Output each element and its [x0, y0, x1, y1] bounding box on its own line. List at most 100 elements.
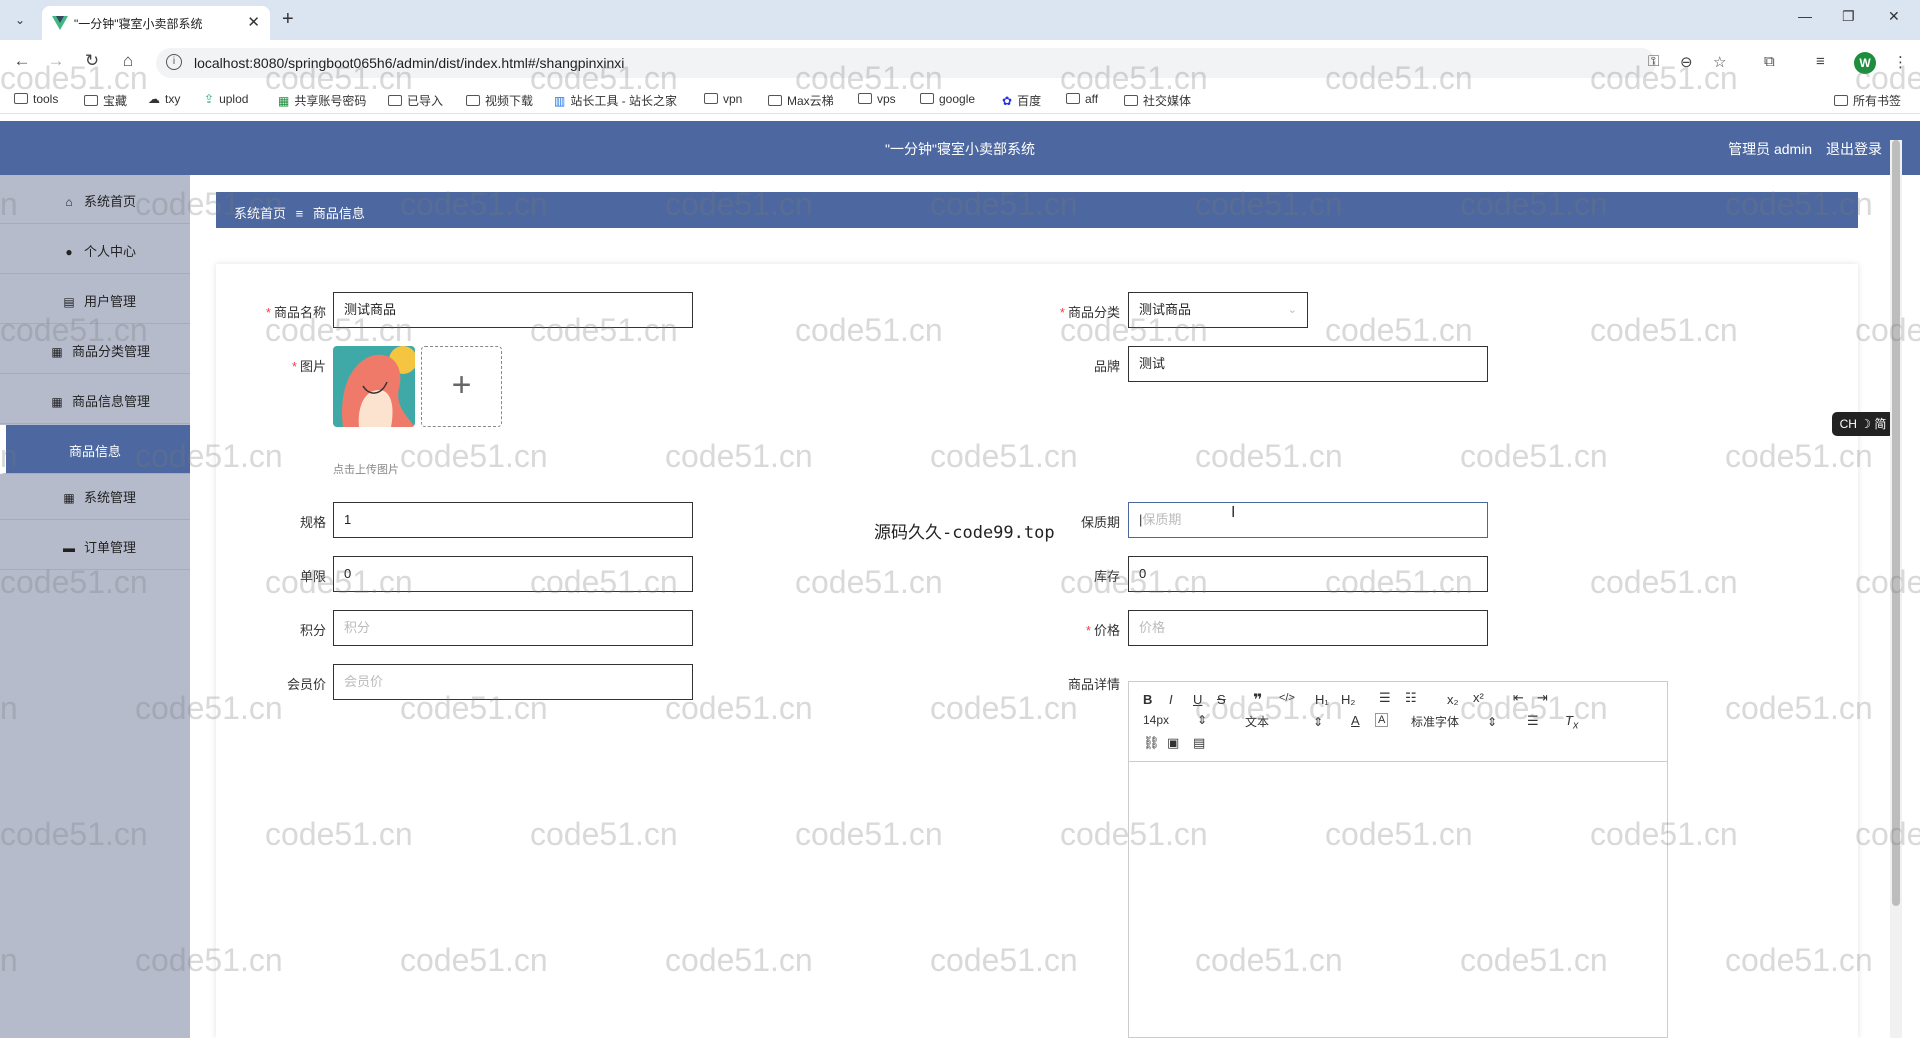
watermark-text: code51.cn	[1855, 816, 1920, 852]
forward-icon[interactable]: →	[44, 51, 68, 71]
bookmark-item[interactable]: Max云梯	[768, 92, 834, 109]
sidebar-item-profile[interactable]: ● 个人中心	[0, 225, 190, 274]
folder-icon	[768, 95, 782, 106]
tab-list-dropdown-icon[interactable]: ⌄	[10, 10, 30, 30]
underline-icon[interactable]: U	[1193, 692, 1202, 707]
heading1-icon[interactable]: H₁	[1315, 692, 1329, 707]
member-price-input[interactable]: 会员价	[333, 664, 693, 700]
upload-icon: ⇪	[204, 92, 215, 106]
restore-icon[interactable]: ❐	[1842, 8, 1855, 25]
indent-icon[interactable]: ⇥	[1537, 690, 1548, 706]
home-browser-icon[interactable]: ⌂	[116, 51, 140, 71]
cloud-icon: ☁	[148, 92, 160, 106]
align-icon[interactable]: ☰	[1527, 713, 1539, 729]
sidebar-item-users[interactable]: ▤ 用户管理	[0, 275, 190, 324]
folder-icon	[388, 95, 402, 106]
heading2-icon[interactable]: H₂	[1341, 692, 1355, 707]
bookmark-item[interactable]: google	[920, 92, 975, 106]
uploaded-image-thumbnail[interactable]	[333, 346, 415, 427]
image-icon[interactable]: ▣	[1167, 735, 1179, 751]
clear-format-icon[interactable]: Tx	[1565, 713, 1578, 732]
menu-kebab-icon[interactable]: ⋮	[1893, 53, 1908, 71]
bold-icon[interactable]: B	[1143, 692, 1152, 707]
browser-tab[interactable]: "一分钟"寝室小卖部系统 ✕	[42, 6, 270, 40]
sidebar-item-category[interactable]: ▦ 商品分类管理	[0, 325, 190, 374]
tab-close-icon[interactable]: ✕	[247, 13, 260, 31]
bookmark-item[interactable]: tools	[14, 92, 58, 106]
site-info-icon[interactable]: i	[166, 54, 182, 70]
spec-input[interactable]: 1	[333, 502, 693, 538]
minimize-icon[interactable]: —	[1798, 8, 1812, 24]
window-close-icon[interactable]: ✕	[1888, 8, 1900, 25]
outdent-icon[interactable]: ⇤	[1513, 690, 1524, 706]
breadcrumb-home[interactable]: 系统首页	[234, 206, 286, 221]
baidu-paw-icon: ✿	[1002, 94, 1013, 108]
shelf-life-label: 保质期	[1080, 515, 1120, 530]
category-select[interactable]: 测试商品 ⌄	[1128, 292, 1308, 328]
font-size-select[interactable]: 14px ⇕	[1143, 713, 1207, 727]
sheet-icon: ▦	[278, 94, 290, 108]
sidebar-item-orders[interactable]: ▬ 订单管理	[0, 521, 190, 570]
points-input[interactable]: 积分	[333, 610, 693, 646]
bookmark-item[interactable]: ✿ 百度	[1002, 92, 1041, 109]
sidebar-item-home[interactable]: ⌂ 系统首页	[0, 175, 190, 224]
bookmark-item[interactable]: vpn	[704, 92, 742, 106]
ordered-list-icon[interactable]: ☰	[1379, 690, 1391, 706]
stock-input[interactable]: 0	[1128, 556, 1488, 592]
bookmark-item[interactable]: ⇪ uplod	[204, 92, 248, 106]
bookmark-item[interactable]: 宝藏	[84, 92, 127, 109]
code-icon[interactable]: </>	[1279, 692, 1295, 704]
extensions-icon[interactable]: ⧉	[1764, 53, 1775, 70]
logout-link[interactable]: 退出登录	[1826, 141, 1882, 157]
blockquote-icon[interactable]: ❞	[1253, 690, 1262, 710]
strike-icon[interactable]: S	[1217, 692, 1226, 707]
zoom-icon[interactable]: ⊖	[1680, 53, 1693, 71]
password-key-icon[interactable]: ⚿	[1648, 53, 1659, 70]
paragraph-select[interactable]: 文本 ⇕	[1245, 713, 1323, 730]
profile-avatar[interactable]: W	[1854, 52, 1876, 74]
bookmark-item[interactable]: 已导入	[388, 92, 443, 109]
superscript-icon[interactable]: x²	[1473, 690, 1484, 705]
shelf-life-input[interactable]: |保质期	[1128, 502, 1488, 538]
font-family-select[interactable]: 标准字体 ⇕	[1411, 713, 1497, 730]
bookmark-item[interactable]: aff	[1066, 92, 1098, 106]
bookmark-item[interactable]: vps	[858, 92, 896, 106]
back-icon[interactable]: ←	[10, 51, 34, 71]
font-color-icon[interactable]: A	[1351, 713, 1360, 728]
upload-plus-button[interactable]: +	[421, 346, 502, 427]
subscript-icon[interactable]: x₂	[1447, 692, 1459, 707]
page-scrollbar[interactable]	[1890, 140, 1902, 1038]
all-bookmarks[interactable]: 所有书签	[1834, 92, 1901, 109]
bullet-list-icon[interactable]: ☷	[1405, 690, 1417, 706]
price-input[interactable]: 价格	[1128, 610, 1488, 646]
address-bar[interactable]: i localhost:8080/springboot065h6/admin/d…	[156, 48, 1656, 78]
rich-text-editor: B I U S ❞ </> H₁ H₂ ☰ ☷ x₂ x² ⇤ ⇥ 14px ⇕ …	[1128, 681, 1668, 1038]
image-label: * 图片	[291, 359, 326, 374]
folder-icon	[14, 93, 28, 104]
sidebar-item-product-manage[interactable]: ▦ 商品信息管理	[0, 375, 190, 424]
reload-icon[interactable]: ↻	[80, 51, 104, 71]
bookmark-item[interactable]: 视频下载	[466, 92, 533, 109]
limit-input[interactable]: 0	[333, 556, 693, 592]
name-input[interactable]: 测试商品	[333, 292, 693, 328]
italic-icon[interactable]: I	[1169, 692, 1173, 707]
video-icon[interactable]: ▤	[1193, 735, 1205, 751]
breadcrumb-current: 商品信息	[312, 206, 365, 221]
select-arrows-icon: ⇕	[1487, 715, 1498, 729]
bookmark-star-icon[interactable]: ☆	[1713, 53, 1726, 71]
sidebar-item-product-info[interactable]: 商品信息	[0, 425, 190, 474]
new-tab-icon[interactable]: +	[282, 8, 294, 31]
points-label: 积分	[299, 623, 326, 638]
folder-icon	[1124, 95, 1138, 106]
bookmark-item[interactable]: 社交媒体	[1124, 92, 1191, 109]
bookmark-item[interactable]: ▥ 站长工具 - 站长之家	[554, 92, 677, 109]
background-color-icon[interactable]: A	[1375, 713, 1389, 727]
scrollbar-thumb[interactable]	[1892, 140, 1900, 906]
bookmark-item[interactable]: ▦ 共享账号密码	[278, 92, 366, 109]
media-icon[interactable]: ≡	[1816, 53, 1825, 70]
link-icon[interactable]: ⛓	[1143, 735, 1160, 751]
sidebar-item-system[interactable]: ▦ 系统管理	[0, 471, 190, 520]
bookmark-item[interactable]: ☁ txy	[148, 92, 180, 106]
brand-input[interactable]: 测试	[1128, 346, 1488, 382]
sidebar: ⌂ 系统首页 ● 个人中心 ▤ 用户管理 ▦ 商品分类管理 ▦ 商品信息管理 商品信息 ▦…	[0, 175, 190, 1038]
